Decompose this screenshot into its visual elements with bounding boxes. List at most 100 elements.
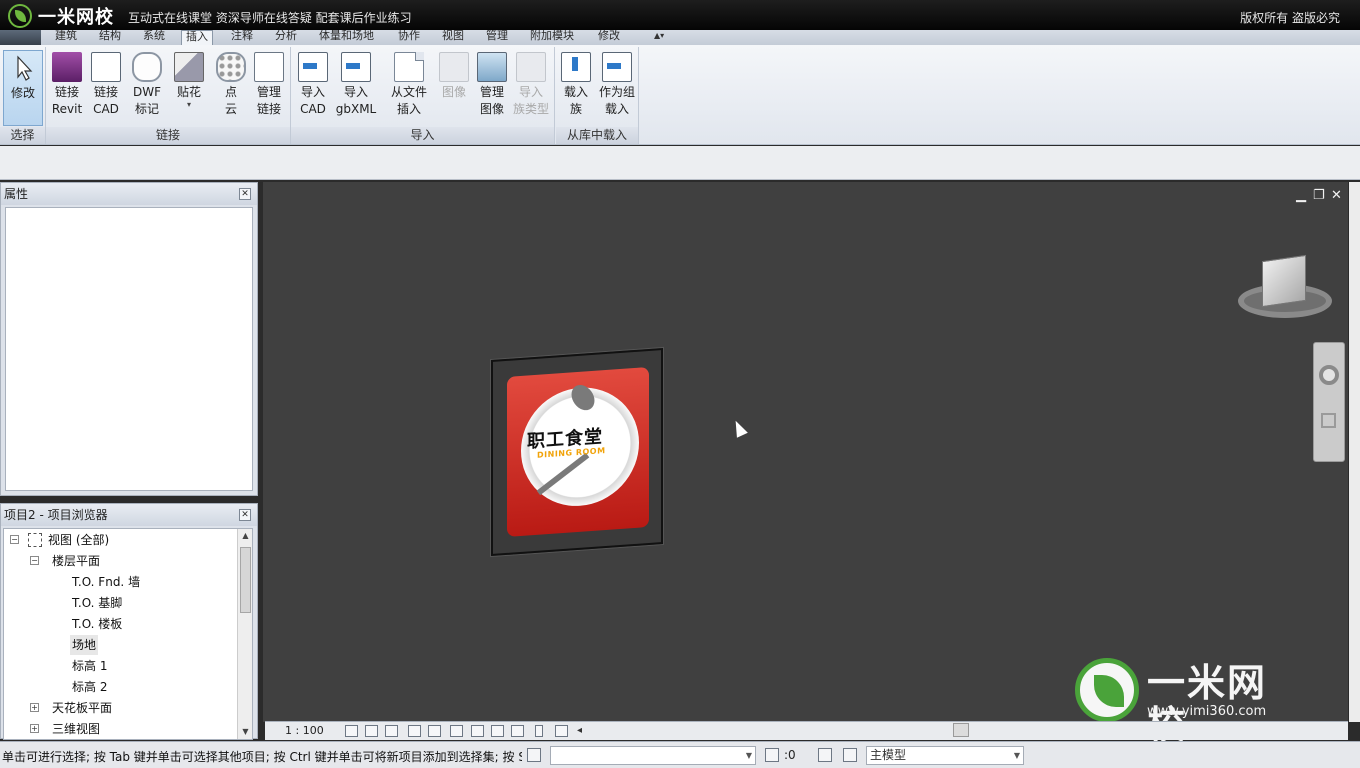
tree-item-selected[interactable]: 场地	[70, 635, 99, 655]
tab-architecture[interactable]: 建筑	[55, 30, 77, 45]
revit-link-icon	[52, 52, 82, 82]
dwf-label-1: DWF	[132, 85, 161, 99]
zoom-icon[interactable]	[1321, 413, 1336, 428]
manage-links-button[interactable]: 管理 链接	[249, 50, 289, 126]
decal-button[interactable]: 贴花 ▾	[169, 50, 209, 126]
link-revit-button[interactable]: 链接 Revit	[47, 50, 87, 126]
selection-count: :0	[784, 748, 796, 762]
close-view-icon[interactable]: ✕	[1331, 188, 1342, 203]
design-option-combo[interactable]: 主模型 ▼	[866, 746, 1024, 765]
temp-hide-icon[interactable]	[511, 725, 524, 737]
tab-collaborate[interactable]: 协作	[398, 30, 420, 45]
expand-icon[interactable]: +	[30, 703, 39, 712]
point-cloud-label-1: 点	[224, 85, 237, 99]
project-browser-close-icon[interactable]: ✕	[239, 509, 251, 521]
expand-icon[interactable]: +	[30, 724, 39, 733]
ribbon-minimize-icon[interactable]: ▲▾	[654, 31, 676, 42]
properties-header: 属性 ✕	[1, 183, 257, 205]
collapse-icon[interactable]: −	[30, 556, 39, 565]
modify-button[interactable]: 修改	[3, 50, 43, 126]
scroll-down-icon[interactable]: ▼	[238, 725, 252, 739]
insert-file-icon	[394, 52, 424, 82]
filter-icon[interactable]	[765, 748, 779, 762]
minimize-view-icon[interactable]: ▁	[1296, 188, 1306, 203]
insert-from-file-button[interactable]: 从文件 插入	[386, 50, 432, 126]
workset-combo[interactable]: ▼	[550, 746, 756, 765]
link-cad-button[interactable]: 链接 CAD	[86, 50, 126, 126]
sign-red-panel: 职工食堂 DINING ROOM	[507, 366, 649, 537]
sun-path-icon[interactable]	[385, 725, 398, 737]
import-gbxml-label-1: 导入	[343, 85, 368, 99]
crop-view-icon[interactable]	[450, 725, 463, 737]
render-icon[interactable]	[428, 725, 441, 737]
manage-links-icon	[254, 52, 284, 82]
options-bar	[0, 146, 1360, 180]
viewcube[interactable]	[1238, 254, 1338, 324]
analytical-model-icon[interactable]	[555, 725, 568, 737]
panel-import: 导入 CAD 导入 gbXML 从文件 插入 图像 管理 图像 导入 族类型 导…	[291, 47, 555, 144]
horizontal-scroll-thumb[interactable]	[953, 723, 969, 737]
dining-room-sign-model[interactable]: 职工食堂 DINING ROOM	[491, 347, 663, 557]
load-as-group-button[interactable]: 作为组 载入	[596, 50, 638, 126]
tab-addins[interactable]: 附加模块	[530, 30, 574, 45]
load-family-icon	[561, 52, 591, 82]
decal-dropdown-icon[interactable]: ▾	[169, 101, 209, 109]
image-button[interactable]: 图像	[434, 50, 474, 126]
insert-file-label-1: 从文件	[390, 85, 427, 99]
load-family-button[interactable]: 载入 族	[556, 50, 596, 126]
tree-item[interactable]: T.O. 基脚	[72, 593, 122, 613]
panel-link-title: 链接	[46, 127, 290, 144]
tree-item[interactable]: T.O. 楼板	[72, 614, 122, 634]
drawing-area[interactable]: ▁ ❐ ✕ 职工食堂 DINING ROOM 一米网校 www.yimi360.…	[263, 182, 1348, 746]
tree-item[interactable]: T.O. Fnd. 墙	[72, 572, 140, 592]
shadows-icon[interactable]	[408, 725, 421, 737]
restore-view-icon[interactable]: ❐	[1313, 188, 1325, 203]
import-gbxml-button[interactable]: 导入 gbXML	[333, 50, 379, 126]
reveal-hidden-icon[interactable]	[535, 725, 543, 737]
tab-manage[interactable]: 管理	[486, 30, 508, 45]
tab-analyze[interactable]: 分析	[275, 30, 297, 45]
lock-3d-icon[interactable]	[491, 725, 504, 737]
editing-requests-icon[interactable]	[818, 748, 832, 762]
tab-modify[interactable]: 修改	[598, 30, 620, 45]
detail-level-icon[interactable]	[345, 725, 358, 737]
point-cloud-icon	[216, 52, 246, 82]
dropdown-arrow-icon[interactable]: ▼	[1014, 747, 1020, 764]
scroll-left-icon[interactable]: ◂	[577, 725, 582, 736]
tab-insert[interactable]: 插入	[181, 30, 213, 45]
tree-item[interactable]: 标高 2	[72, 677, 107, 697]
viewcube-box[interactable]	[1262, 254, 1306, 308]
image-icon	[439, 52, 469, 82]
design-options-icon[interactable]	[843, 748, 857, 762]
tab-annotate[interactable]: 注释	[231, 30, 253, 45]
view-vertical-scrollbar[interactable]	[1349, 182, 1360, 722]
modify-label: 修改	[10, 86, 35, 100]
dwf-cloud-icon	[132, 52, 162, 82]
tree-scrollbar[interactable]: ▲ ▼	[237, 529, 252, 739]
tab-systems[interactable]: 系统	[143, 30, 165, 45]
worksets-icon[interactable]	[527, 748, 541, 762]
view-scale[interactable]: 1 : 100	[285, 724, 324, 737]
dropdown-arrow-icon[interactable]: ▼	[746, 747, 752, 764]
import-family-types-button[interactable]: 导入 族类型	[510, 50, 552, 126]
show-crop-icon[interactable]	[471, 725, 484, 737]
scroll-thumb[interactable]	[240, 547, 251, 613]
mouse-cursor-icon	[730, 418, 748, 438]
application-menu-button[interactable]	[0, 30, 41, 45]
manage-images-button[interactable]: 管理 图像	[472, 50, 512, 126]
properties-close-icon[interactable]: ✕	[239, 188, 251, 200]
point-cloud-button[interactable]: 点 云	[211, 50, 251, 126]
load-family-label-1: 载入	[563, 85, 588, 99]
tab-massing-site[interactable]: 体量和场地	[319, 30, 374, 45]
dwf-markup-button[interactable]: DWF 标记	[127, 50, 167, 126]
properties-title: 属性	[4, 187, 29, 201]
tab-view[interactable]: 视图	[442, 30, 464, 45]
visual-style-icon[interactable]	[365, 725, 378, 737]
scroll-up-icon[interactable]: ▲	[238, 529, 252, 543]
status-bar: 单击可进行选择; 按 Tab 键并单击可选择其他项目; 按 Ctrl 键并单击可…	[0, 741, 1360, 768]
import-cad-button[interactable]: 导入 CAD	[293, 50, 333, 126]
tree-item[interactable]: 标高 1	[72, 656, 107, 676]
collapse-icon[interactable]: −	[10, 535, 19, 544]
tab-structure[interactable]: 结构	[99, 30, 121, 45]
steering-wheel-icon[interactable]	[1319, 365, 1339, 385]
